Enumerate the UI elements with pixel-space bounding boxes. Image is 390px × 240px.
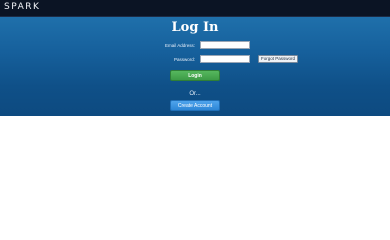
top-bar: SPARK xyxy=(0,0,390,17)
email-field[interactable] xyxy=(200,41,250,49)
forgot-password-button[interactable]: Forgot Password xyxy=(258,55,299,63)
create-account-button[interactable]: Create Account xyxy=(170,100,220,111)
password-label: Password: xyxy=(173,57,195,62)
password-field[interactable] xyxy=(200,55,250,63)
spark-logo[interactable]: SPARK xyxy=(4,2,40,12)
page-title: Log In xyxy=(171,20,219,35)
login-panel: Log In Email Address: Password: Forgot P… xyxy=(0,17,390,116)
or-separator: Or... xyxy=(189,91,201,97)
email-label: Email Address: xyxy=(164,43,195,48)
login-button[interactable]: Login xyxy=(170,70,220,81)
